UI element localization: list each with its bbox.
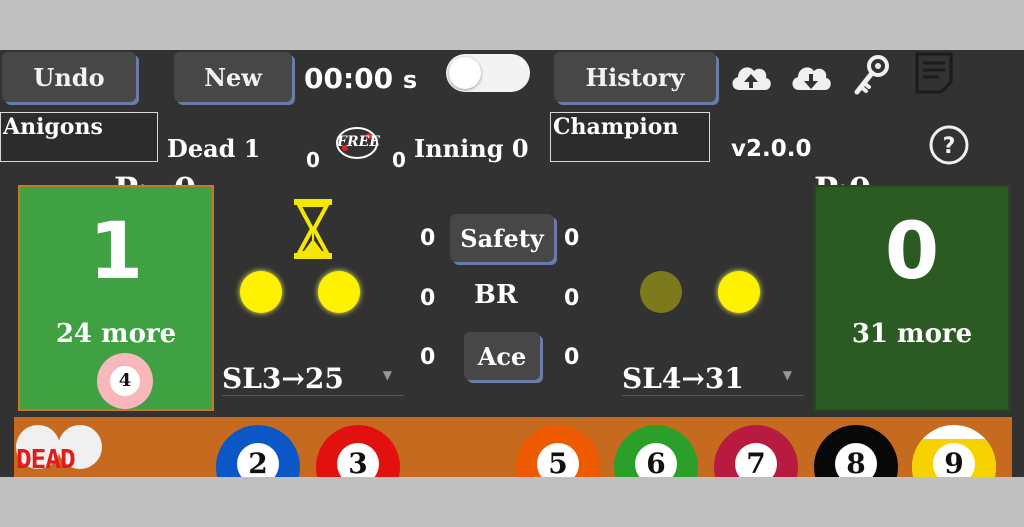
ball-5[interactable]: 5	[516, 425, 600, 477]
ball-6[interactable]: 6	[614, 425, 698, 477]
app-screen: Undo New 00:00 s History Anigons Dead 1 …	[0, 50, 1024, 477]
key-icon[interactable]	[851, 54, 891, 102]
player1-score: 1	[88, 207, 144, 297]
undo-button[interactable]: Undo	[2, 52, 136, 102]
game-timer: 00:00 s	[304, 62, 417, 95]
dead-label: DEAD	[16, 445, 76, 475]
ace-right-count: 0	[564, 345, 580, 370]
svg-text:?: ?	[943, 134, 956, 159]
ace-left-count: 0	[420, 345, 436, 370]
ball-9[interactable]: 9	[912, 425, 996, 477]
inning-count: Inning 0	[414, 134, 529, 163]
player2-indicator-2[interactable]	[718, 271, 760, 313]
history-button[interactable]: History	[554, 52, 716, 102]
player2-skill-select[interactable]: SL4→31 ▼	[622, 362, 804, 396]
hourglass-icon[interactable]	[292, 198, 334, 264]
player1-indicator-1[interactable]	[240, 271, 282, 313]
ball-2[interactable]: 2	[216, 425, 300, 477]
ball-number: 8	[835, 443, 877, 477]
player1-remaining: 24 more	[55, 319, 177, 349]
dead-ball-button[interactable]: DEAD	[14, 417, 110, 477]
help-icon[interactable]: ?	[928, 124, 970, 170]
new-game-button[interactable]: New	[174, 52, 292, 102]
player1-skill-select[interactable]: SL3→25 ▼	[222, 362, 404, 396]
ball-number: 2	[237, 443, 279, 477]
player2-score: 0	[884, 207, 940, 297]
ball-3[interactable]: 3	[316, 425, 400, 477]
ball-8[interactable]: 8	[814, 425, 898, 477]
br-left-count: 0	[420, 286, 436, 311]
chevron-down-icon: ▼	[782, 368, 792, 382]
ball-number: 7	[735, 443, 777, 477]
safety-left-count: 0	[420, 226, 436, 251]
ace-button[interactable]: Ace	[464, 332, 540, 380]
player2-indicator-1[interactable]	[640, 271, 682, 313]
current-ball-number: 4	[110, 366, 140, 396]
player1-indicator-2[interactable]	[318, 271, 360, 313]
free-left-count: 0	[306, 148, 320, 172]
player2-name-field[interactable]: Champion	[550, 112, 710, 162]
timer-unit: s	[402, 66, 418, 94]
player2-score-panel[interactable]: 0 31 more	[814, 185, 1010, 411]
timer-toggle[interactable]	[446, 54, 530, 92]
break-run-label[interactable]: BR	[474, 280, 518, 310]
player1-score-panel[interactable]: 1 24 more 4	[18, 185, 214, 411]
notes-icon[interactable]	[914, 52, 954, 98]
chevron-down-icon: ▼	[382, 368, 392, 382]
player2-skill-value: SL4→31	[622, 362, 744, 395]
toggle-knob	[449, 57, 481, 89]
ball-number: 6	[635, 443, 677, 477]
safety-right-count: 0	[564, 226, 580, 251]
ball-number: 9	[933, 443, 975, 477]
safety-button[interactable]: Safety	[450, 214, 554, 262]
ball-rail: DEAD 2 3 5 6 7 8 9	[14, 417, 1012, 477]
player2-remaining: 31 more	[851, 319, 973, 349]
free-badge-label: FREE	[337, 134, 380, 150]
br-right-count: 0	[564, 286, 580, 311]
cloud-upload-icon[interactable]	[729, 58, 773, 98]
ball-number: 3	[337, 443, 379, 477]
free-badge-icon[interactable]: FREE	[333, 124, 381, 162]
dead-count: Dead 1	[167, 134, 261, 163]
ball-number: 5	[537, 443, 579, 477]
player1-skill-value: SL3→25	[222, 362, 344, 395]
version-label: v2.0.0	[731, 136, 812, 162]
free-right-count: 0	[392, 148, 406, 172]
timer-value: 00:00	[304, 62, 394, 95]
player1-name-field[interactable]: Anigons	[0, 112, 158, 162]
player1-current-ball: 4	[97, 353, 153, 409]
ball-7[interactable]: 7	[714, 425, 798, 477]
cloud-download-icon[interactable]	[789, 58, 833, 98]
